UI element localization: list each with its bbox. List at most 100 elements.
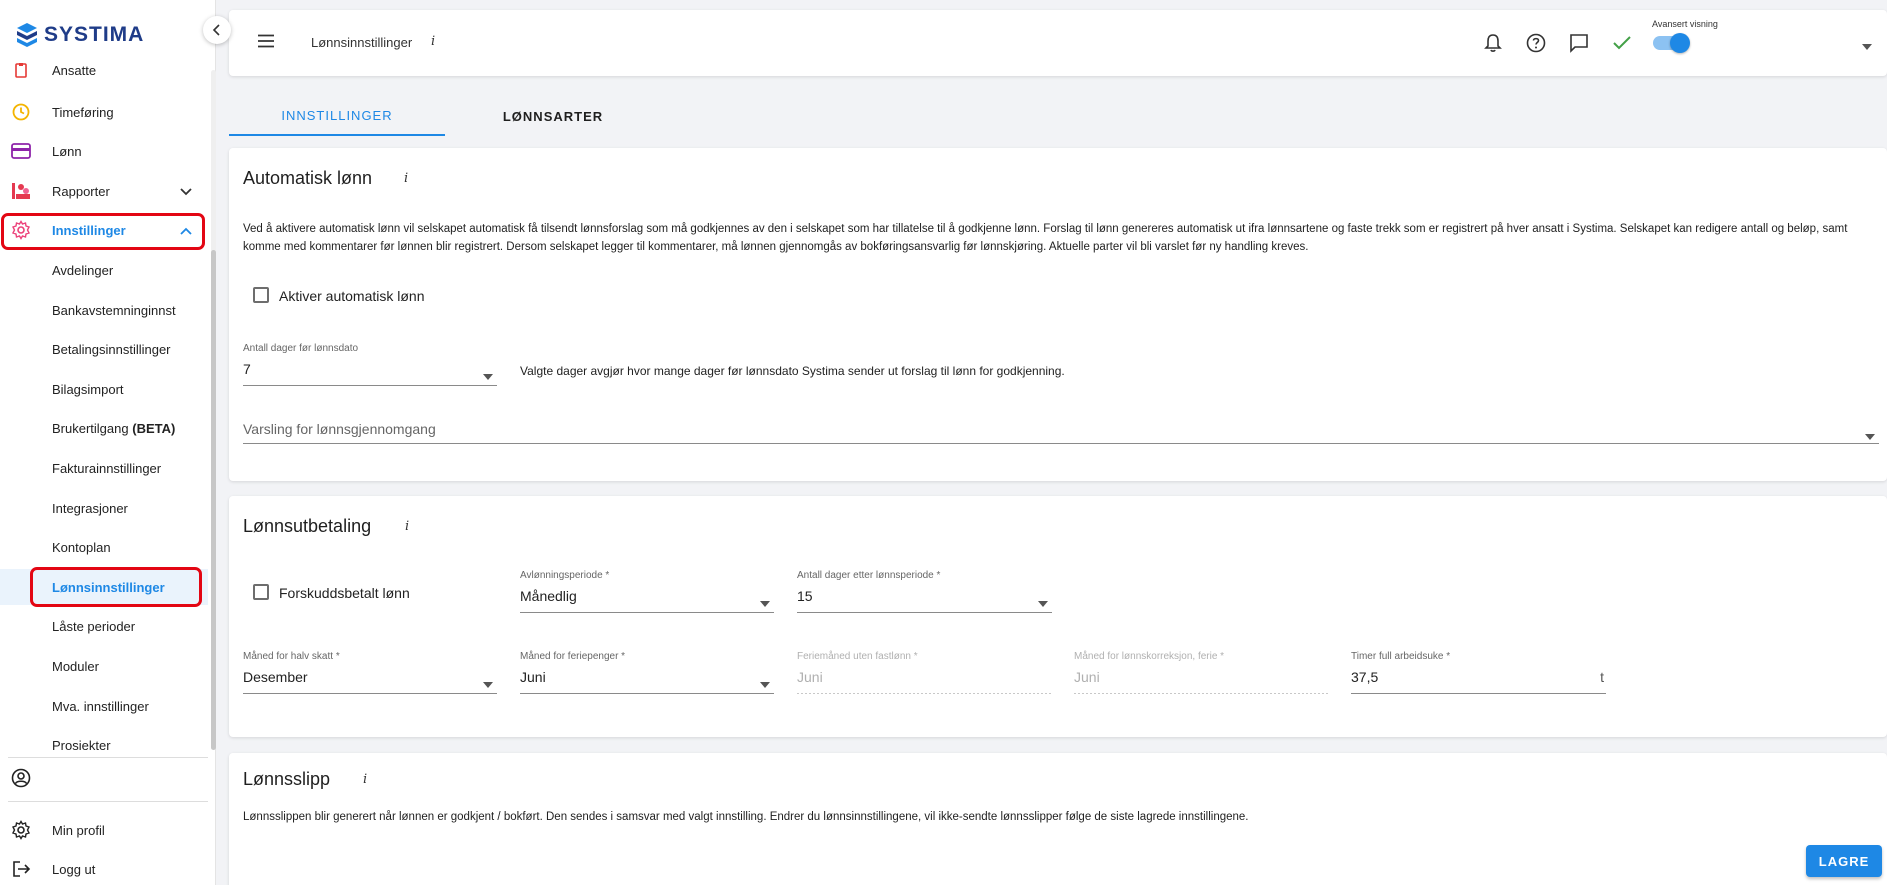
field-value: Juni (520, 669, 546, 685)
field-value: 37,5 (1351, 669, 1379, 685)
sidebar-sub-lonnsinnstillinger[interactable]: Lønnsinnstillinger (0, 569, 208, 605)
field-underline (520, 693, 774, 694)
chat-icon[interactable] (1568, 32, 1590, 54)
payout-title: Lønnsutbetaling (243, 516, 372, 536)
field-value: Desember (243, 669, 308, 685)
field-underline (1351, 693, 1606, 694)
sidebar-item-label: Ansatte (52, 62, 97, 78)
info-icon[interactable]: i (405, 519, 409, 534)
user-account-item[interactable] (0, 760, 208, 796)
days-before-help: Valgte dager avgjør hvor mange dager før… (520, 364, 1065, 378)
sidebar-sub-bilagsimport[interactable]: Bilagsimport (0, 371, 208, 407)
auto-salary-description: Ved å aktivere automatisk lønn vil selsk… (243, 223, 1848, 253)
field-value: Juni (797, 669, 823, 685)
sidebar-sub-fakturainnstillinger[interactable]: Fakturainnstillinger (0, 450, 208, 486)
sidebar-sub-avdelinger[interactable]: Avdelinger (0, 252, 208, 288)
sidebar-nav: Ansatte Timeføring Lønn Rapporter Innsti… (0, 60, 208, 750)
help-icon[interactable] (1525, 32, 1547, 54)
clipboard-icon (10, 60, 32, 81)
field-label: Måned for feriepenger * (520, 651, 626, 662)
sidebar-item-label: Brukertilgang (52, 420, 129, 436)
field-suffix: t (1600, 669, 1604, 685)
sidebar-divider (8, 757, 208, 758)
clock-icon (10, 101, 32, 123)
sidebar-divider (8, 801, 208, 802)
sidebar-item-label: Lønn (52, 143, 82, 159)
sidebar-item-rapporter[interactable]: Rapporter (0, 173, 208, 209)
caret-down-icon (483, 367, 493, 385)
gear-icon (10, 219, 32, 241)
save-button[interactable]: LAGRE (1806, 845, 1882, 877)
field-underline (243, 443, 1879, 444)
account-circle-icon (10, 767, 32, 789)
chevron-left-icon (212, 24, 220, 36)
advance-salary-checkbox[interactable] (253, 584, 269, 600)
caret-down-icon (760, 594, 770, 612)
auto-salary-checkbox-label: Aktiver automatisk lønn (279, 288, 425, 304)
sidebar-item-timeforing[interactable]: Timeføring (0, 94, 208, 130)
field-label: Måned for lønnskorreksjon, ferie * (1074, 651, 1225, 662)
systima-logo[interactable]: SYSTIMA (16, 22, 144, 48)
top-bar: Lønnsinnstillinger i Avansert visning (229, 10, 1887, 76)
sidebar-sub-integrasjoner[interactable]: Integrasjoner (0, 490, 208, 526)
sidebar-item-label-wrap: Brukertilgang (BETA) (52, 421, 175, 436)
sidebar-sub-brukertilgang[interactable]: Brukertilgang (BETA) (0, 410, 208, 446)
toggle-knob (1670, 33, 1690, 53)
sidebar-item-ansatte[interactable]: Ansatte (0, 60, 208, 88)
collapse-sidebar-button[interactable] (203, 16, 231, 44)
info-icon[interactable]: i (404, 171, 408, 186)
systima-logo-icon (17, 23, 37, 47)
bell-icon[interactable] (1482, 32, 1504, 54)
beta-badge: (BETA) (132, 420, 176, 436)
info-icon[interactable]: i (431, 34, 435, 49)
field-underline (520, 612, 774, 613)
field-underline (1074, 693, 1329, 694)
check-icon[interactable] (1611, 32, 1633, 54)
advanced-view-label: Avansert visning (1652, 19, 1718, 29)
auto-salary-card: Automatisk lønn i Ved å aktivere automat… (229, 148, 1887, 481)
field-underline (243, 385, 497, 386)
sidebar-item-logg-ut[interactable]: Logg ut (0, 851, 208, 885)
sidebar-sub-kontoplan[interactable]: Kontoplan (0, 529, 208, 565)
sidebar-item-min-profil[interactable]: Min profil (0, 812, 208, 848)
sidebar-scrollbar[interactable] (211, 250, 216, 750)
sidebar-sub-mva[interactable]: Mva. innstillinger (0, 688, 208, 724)
field-label: Antall dager før lønnsdato (243, 343, 359, 354)
sidebar-item-label: Prosjekter (52, 737, 111, 751)
field-value: Juni (1074, 669, 1100, 685)
caret-down-icon[interactable] (1862, 37, 1872, 55)
info-icon[interactable]: i (363, 772, 367, 787)
caret-down-icon (1038, 594, 1048, 612)
menu-icon[interactable] (257, 34, 275, 53)
field-label: Antall dager etter lønnsperiode * (797, 570, 941, 581)
chevron-down-icon (180, 184, 192, 199)
field-label: Feriemåned uten fastlønn * (797, 651, 918, 662)
sidebar-item-label: Logg ut (52, 861, 96, 877)
tab-lonnsarter[interactable]: LØNNSARTER (445, 96, 661, 136)
payslip-card: Lønnsslipp i Lønnsslippen blir generert … (229, 753, 1887, 885)
sidebar-item-innstillinger[interactable]: Innstillinger (0, 212, 208, 248)
sidebar-item-label: Mva. innstillinger (52, 698, 149, 714)
field-label: Avlønningsperiode * (520, 570, 610, 581)
field-value: Månedlig (520, 588, 577, 604)
field-label: Måned for halv skatt * (243, 651, 340, 662)
advanced-view-toggle[interactable] (1653, 33, 1690, 53)
sidebar-sub-betalingsinnstillinger[interactable]: Betalingsinnstillinger (0, 331, 208, 367)
sidebar-sub-prosjekter[interactable]: Prosjekter (0, 727, 208, 751)
sidebar-item-label: Bilagsimport (52, 381, 124, 397)
logout-icon (10, 858, 32, 880)
sidebar-item-label: Moduler (52, 658, 99, 674)
sidebar-item-lonn[interactable]: Lønn (0, 133, 208, 169)
sidebar-item-label: Timeføring (52, 104, 114, 120)
sidebar-item-label: Lønnsinnstillinger (52, 579, 165, 595)
field-underline (797, 693, 1052, 694)
auto-salary-checkbox[interactable] (253, 287, 269, 303)
sidebar-sub-moduler[interactable]: Moduler (0, 648, 208, 684)
sidebar-sub-bankavstemning[interactable]: Bankavstemninginnst (0, 292, 208, 328)
field-underline (243, 693, 497, 694)
tab-innstillinger[interactable]: INNSTILLINGER (229, 96, 445, 136)
chevron-up-icon (180, 223, 192, 238)
sidebar-item-label: Bankavstemninginnst (52, 302, 176, 318)
sidebar-sub-laste-perioder[interactable]: Låste perioder (0, 608, 208, 644)
caret-down-icon (483, 675, 493, 693)
